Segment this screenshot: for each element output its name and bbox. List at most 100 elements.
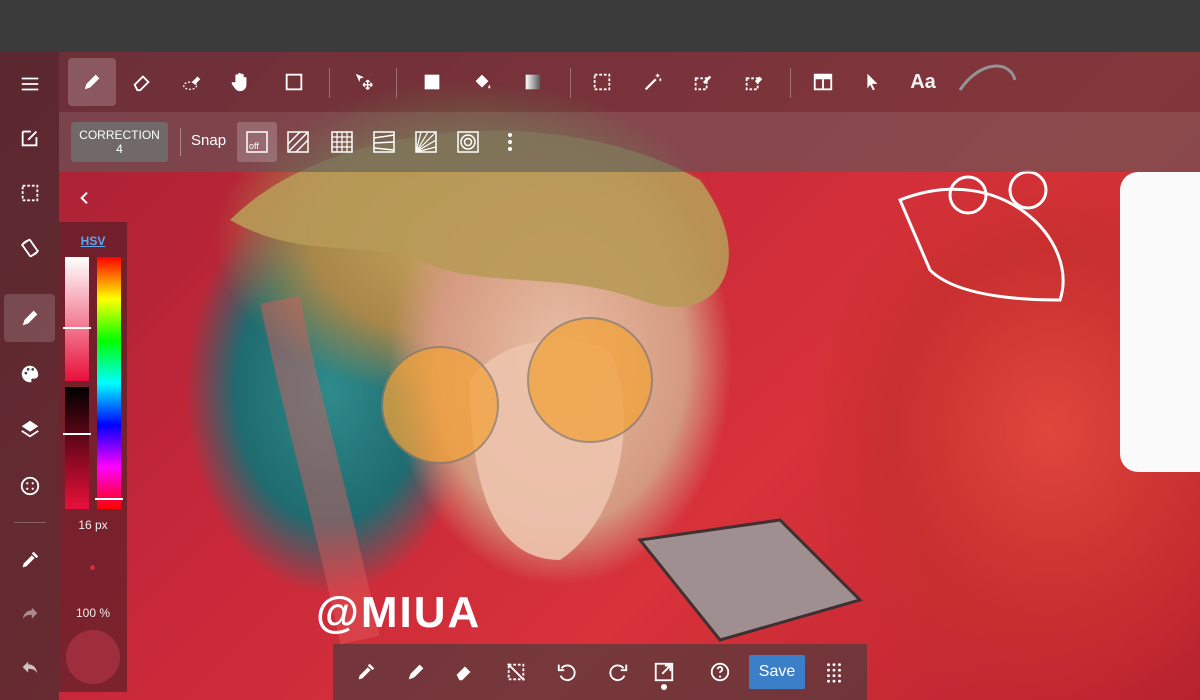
eyedropper-button[interactable] xyxy=(4,536,55,584)
layers-button[interactable] xyxy=(4,405,55,453)
brush-tool-button[interactable] xyxy=(68,58,116,106)
redo-button[interactable] xyxy=(598,652,638,692)
top-toolbar: Aa xyxy=(59,52,1200,112)
redo-button[interactable] xyxy=(4,590,55,638)
value-slider[interactable] xyxy=(65,387,89,509)
saturation-slider[interactable] xyxy=(65,257,89,381)
gradient-tool-button[interactable] xyxy=(509,58,557,106)
grid-icon xyxy=(331,131,353,153)
materials-icon xyxy=(20,476,39,496)
canvas-background xyxy=(1120,172,1200,472)
palette-icon xyxy=(21,365,38,383)
active-indicator-dot xyxy=(661,684,667,690)
magic-wand-tool-button[interactable] xyxy=(629,58,677,106)
snap-off-icon: off xyxy=(246,131,268,153)
brush-size-preview xyxy=(90,565,95,570)
artwork-signature: @MIUA xyxy=(316,588,482,637)
menu-button[interactable] xyxy=(4,60,55,108)
snap-bar: CORRECTION 4 Snap off xyxy=(59,112,1200,172)
fill-rect-tool-button[interactable] xyxy=(408,58,456,106)
color-mode-toggle[interactable]: HSV xyxy=(59,234,127,248)
blur-eraser-tool-button[interactable] xyxy=(168,58,216,106)
bucket-tool-button[interactable] xyxy=(458,58,506,106)
toolbar-divider xyxy=(570,68,571,98)
expand-icon xyxy=(654,662,674,682)
value-slider-handle[interactable] xyxy=(63,433,91,435)
materials-button[interactable] xyxy=(4,462,55,510)
move-cursor-icon xyxy=(355,73,373,90)
parallel-lines-icon xyxy=(287,131,309,153)
collapse-panel-button[interactable] xyxy=(71,184,99,212)
rotate-canvas-icon xyxy=(20,238,39,258)
help-button[interactable] xyxy=(700,652,740,692)
save-button[interactable]: Save xyxy=(749,655,805,689)
snap-parallel-button[interactable] xyxy=(278,122,318,162)
status-bar xyxy=(0,0,1200,52)
snap-divider xyxy=(180,128,181,156)
more-vertical-icon xyxy=(508,133,512,151)
rotate-canvas-button[interactable] xyxy=(4,224,55,272)
soft-eraser-icon xyxy=(183,76,201,91)
select-rect-tool-button[interactable] xyxy=(578,58,626,106)
saturation-slider-handle[interactable] xyxy=(63,327,91,329)
frame-divider-tool-button[interactable] xyxy=(799,58,847,106)
snap-circle-button[interactable] xyxy=(448,122,488,162)
hand-icon xyxy=(231,72,247,92)
perspective-lines-icon xyxy=(373,131,395,153)
hand-tool-button[interactable] xyxy=(216,58,264,106)
toolbar-divider xyxy=(396,68,397,98)
correction-button[interactable]: CORRECTION 4 xyxy=(71,122,168,162)
undo-icon xyxy=(22,661,37,674)
color-palette-button[interactable] xyxy=(4,350,55,398)
snap-off-label: off xyxy=(249,141,259,151)
text-tool-label: Aa xyxy=(910,70,936,93)
hue-slider-handle[interactable] xyxy=(95,498,123,500)
eyedropper-icon xyxy=(358,663,375,680)
select-pen-tool-button[interactable] xyxy=(679,58,727,106)
snap-grid-button[interactable] xyxy=(322,122,362,162)
correction-label: CORRECTION xyxy=(79,128,160,142)
operation-tool-button[interactable] xyxy=(848,58,896,106)
brush-size-value: 16 px xyxy=(78,518,108,532)
eyedropper-icon xyxy=(22,551,38,568)
filled-square-icon xyxy=(424,74,440,90)
selection-button[interactable] xyxy=(4,169,55,217)
snap-perspective-button[interactable] xyxy=(364,122,404,162)
eyedropper-button[interactable] xyxy=(346,652,386,692)
text-tool-button[interactable]: Aa xyxy=(899,58,947,106)
chevron-left-icon xyxy=(80,191,88,205)
redo-icon xyxy=(22,607,37,620)
snap-off-button[interactable]: off xyxy=(237,122,277,162)
select-eraser-tool-button[interactable] xyxy=(730,58,778,106)
menu-icon xyxy=(21,77,38,91)
eraser-icon xyxy=(133,75,150,92)
rotate-ccw-icon xyxy=(557,664,576,682)
gradient-icon xyxy=(525,74,541,90)
current-color-swatch[interactable] xyxy=(66,630,120,684)
pen-button[interactable] xyxy=(396,652,436,692)
undo-button[interactable] xyxy=(547,652,587,692)
eraser-tool-button[interactable] xyxy=(118,58,166,106)
edit-icon xyxy=(21,130,37,147)
snap-radial-button[interactable] xyxy=(406,122,446,162)
hue-slider[interactable] xyxy=(97,257,121,509)
dashed-rect-icon xyxy=(593,73,611,91)
undo-button[interactable] xyxy=(4,644,55,692)
brush-panel-button[interactable] xyxy=(4,294,55,342)
brush-opacity-value: 100 % xyxy=(75,606,111,620)
bottom-action-bar: Save xyxy=(333,644,867,700)
pencil-icon xyxy=(22,310,37,326)
color-panel: HSV 16 px 100 % xyxy=(59,222,127,692)
pointer-arrow-icon xyxy=(867,73,878,91)
snap-more-button[interactable] xyxy=(490,122,530,162)
move-tool-button[interactable] xyxy=(340,58,388,106)
selection-pen-icon xyxy=(694,75,712,91)
selection-eraser-icon xyxy=(745,76,763,91)
apps-menu-button[interactable] xyxy=(814,652,854,692)
deselect-button[interactable] xyxy=(496,652,536,692)
edit-button[interactable] xyxy=(4,114,55,162)
deselect-icon xyxy=(507,663,525,681)
eraser-button[interactable] xyxy=(444,652,484,692)
layers-icon xyxy=(20,420,39,438)
shape-tool-button[interactable] xyxy=(270,58,318,106)
